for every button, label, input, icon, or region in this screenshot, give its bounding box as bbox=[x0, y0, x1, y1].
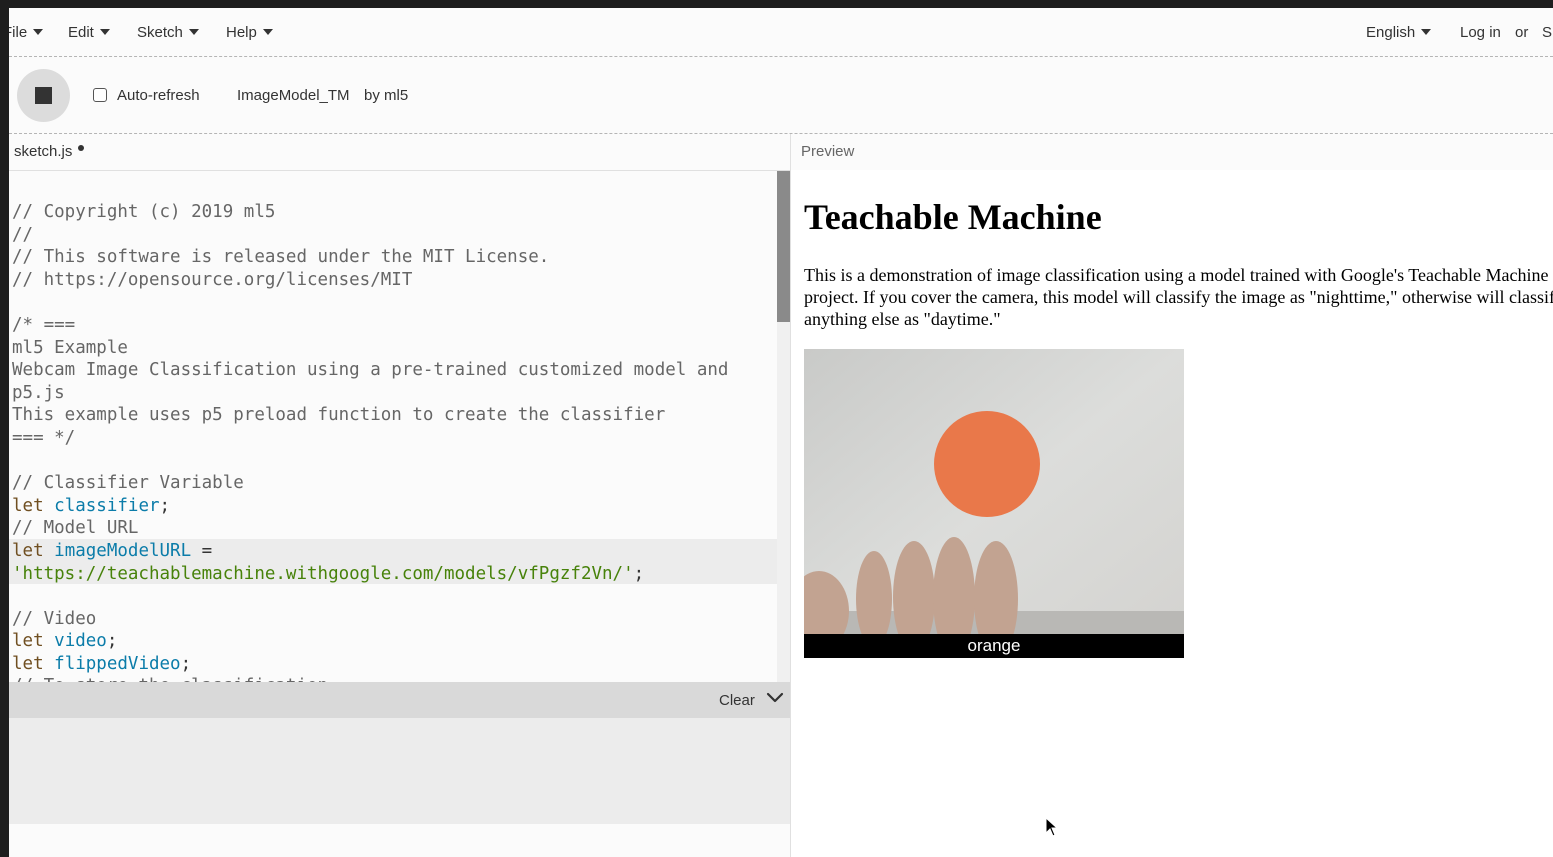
menu-sketch-label: Sketch bbox=[137, 24, 183, 41]
toolbar: Auto-refresh ImageModel_TM by ml5 bbox=[9, 57, 1553, 134]
webcam-canvas: orange bbox=[804, 349, 1184, 658]
code-line[interactable]: // This software is released under the M… bbox=[12, 246, 728, 269]
file-tab-sketch-js[interactable]: sketch.js bbox=[14, 143, 72, 160]
code-token-keyword: let bbox=[12, 653, 55, 674]
code-line[interactable]: let video; bbox=[12, 630, 728, 653]
auto-refresh-label[interactable]: Auto-refresh bbox=[117, 87, 200, 104]
code-token-comment: /* === bbox=[12, 314, 76, 335]
code-token-comment: // https://opensource.org/licenses/MIT bbox=[12, 269, 413, 290]
p5-editor-window: File Edit Sketch Help English Log in or … bbox=[9, 8, 1553, 857]
code-token-var: flippedVideo bbox=[54, 653, 181, 674]
caret-down-icon bbox=[262, 29, 273, 35]
code-token-var: imageModelURL bbox=[54, 540, 192, 561]
code-token-comment: // Model URL bbox=[12, 518, 139, 539]
caret-down-icon bbox=[188, 29, 199, 35]
code-token-string: 'https://teachablemachine.withgoogle.com… bbox=[12, 563, 634, 584]
code-token-keyword: let bbox=[12, 540, 55, 561]
console-header: Clear bbox=[9, 682, 790, 718]
signup-link[interactable]: S bbox=[1542, 24, 1552, 41]
menu-edit[interactable]: Edit bbox=[68, 24, 110, 41]
code-line[interactable]: let flippedVideo; bbox=[12, 653, 728, 676]
stop-icon bbox=[35, 87, 52, 104]
menubar: File Edit Sketch Help English Log in or … bbox=[9, 8, 1553, 57]
code-token-plain: ; bbox=[106, 631, 118, 652]
preview-label: Preview bbox=[801, 143, 855, 160]
code-line[interactable]: let classifier; bbox=[12, 495, 728, 518]
code-line[interactable]: 'https://teachablemachine.withgoogle.com… bbox=[12, 563, 728, 586]
menu-help-label: Help bbox=[226, 24, 257, 41]
code-editor[interactable]: // Copyright (c) 2019 ml5//// This softw… bbox=[9, 170, 790, 683]
code-token-plain: ; bbox=[159, 495, 171, 516]
sketch-owner: by ml5 bbox=[364, 87, 409, 104]
code-line[interactable] bbox=[12, 291, 728, 314]
code-token-comment: // bbox=[12, 224, 34, 245]
code-token-comment: // Video bbox=[12, 608, 97, 629]
console-clear-button[interactable]: Clear bbox=[719, 692, 755, 709]
code-line[interactable]: Webcam Image Classification using a pre-… bbox=[12, 359, 728, 382]
code-line[interactable]: // bbox=[12, 224, 728, 247]
code-token-comment: This example uses p5 preload function to… bbox=[12, 405, 666, 426]
code-token-comment: Webcam Image Classification using a pre-… bbox=[12, 360, 729, 381]
code-token-comment: // This software is released under the M… bbox=[12, 247, 550, 268]
menu-sketch[interactable]: Sketch bbox=[137, 24, 199, 41]
editor-scrollbar-thumb[interactable] bbox=[777, 171, 790, 322]
code-token-plain: ; bbox=[633, 563, 645, 584]
code-token-comment: ml5 Example bbox=[12, 337, 128, 358]
stop-button[interactable] bbox=[17, 69, 70, 122]
caret-down-icon bbox=[99, 29, 110, 35]
code-token-var: video bbox=[54, 631, 107, 652]
language-label: English bbox=[1366, 24, 1416, 41]
unsaved-indicator bbox=[78, 145, 84, 151]
code-line[interactable]: // Model URL bbox=[12, 517, 728, 540]
console-output bbox=[9, 718, 790, 824]
code-line[interactable]: let imageModelURL = bbox=[12, 540, 728, 563]
chevron-down-icon[interactable] bbox=[766, 691, 784, 705]
mouse-cursor-icon bbox=[1045, 817, 1059, 837]
menu-edit-label: Edit bbox=[68, 24, 94, 41]
code-line[interactable] bbox=[12, 450, 728, 473]
code-line[interactable]: // https://opensource.org/licenses/MIT bbox=[12, 269, 728, 292]
code-line[interactable]: // Copyright (c) 2019 ml5 bbox=[12, 201, 728, 224]
code-token-keyword: let bbox=[12, 631, 55, 652]
code-line[interactable] bbox=[12, 585, 728, 608]
webcam-frame-image bbox=[804, 349, 1184, 658]
orange-disc bbox=[934, 411, 1040, 517]
code-token-comment: // Copyright (c) 2019 ml5 bbox=[12, 202, 276, 222]
code-line[interactable]: ml5 Example bbox=[12, 337, 728, 360]
code-line[interactable]: /* === bbox=[12, 314, 728, 337]
code-line[interactable]: // Video bbox=[12, 608, 728, 631]
code-token-comment: // Classifier Variable bbox=[12, 473, 244, 494]
code-token-keyword: let bbox=[12, 495, 55, 516]
prediction-label: orange bbox=[967, 636, 1021, 655]
code-line[interactable]: === */ bbox=[12, 427, 728, 450]
code-token-var: classifier bbox=[54, 495, 160, 516]
preview-title: Teachable Machine bbox=[804, 197, 1102, 237]
preview-pane: Teachable Machine This is a demonstratio… bbox=[791, 170, 1553, 857]
sketch-name[interactable]: ImageModel_TM bbox=[237, 87, 350, 104]
caret-down-icon bbox=[1421, 29, 1432, 35]
language-selector[interactable]: English bbox=[1366, 24, 1432, 41]
login-link[interactable]: Log in bbox=[1460, 24, 1501, 41]
menu-file-label: File bbox=[9, 24, 28, 41]
code-token-comment: === */ bbox=[12, 427, 76, 448]
code-token-comment: p5.js bbox=[12, 382, 65, 403]
caret-down-icon bbox=[33, 29, 44, 35]
code-token-plain: = bbox=[191, 540, 213, 561]
preview-description: This is a demonstration of image classif… bbox=[804, 265, 1553, 329]
menu-help[interactable]: Help bbox=[226, 24, 273, 41]
code-token-plain: ; bbox=[180, 653, 192, 674]
auto-refresh-checkbox[interactable] bbox=[93, 88, 107, 102]
code-line[interactable]: p5.js bbox=[12, 382, 728, 405]
code-line[interactable]: // Classifier Variable bbox=[12, 472, 728, 495]
code-content[interactable]: // Copyright (c) 2019 ml5//// This softw… bbox=[12, 201, 728, 683]
console-footer bbox=[9, 824, 790, 857]
menu-file[interactable]: File bbox=[9, 24, 44, 41]
or-text: or bbox=[1515, 24, 1529, 41]
code-line[interactable]: This example uses p5 preload function to… bbox=[12, 404, 728, 427]
